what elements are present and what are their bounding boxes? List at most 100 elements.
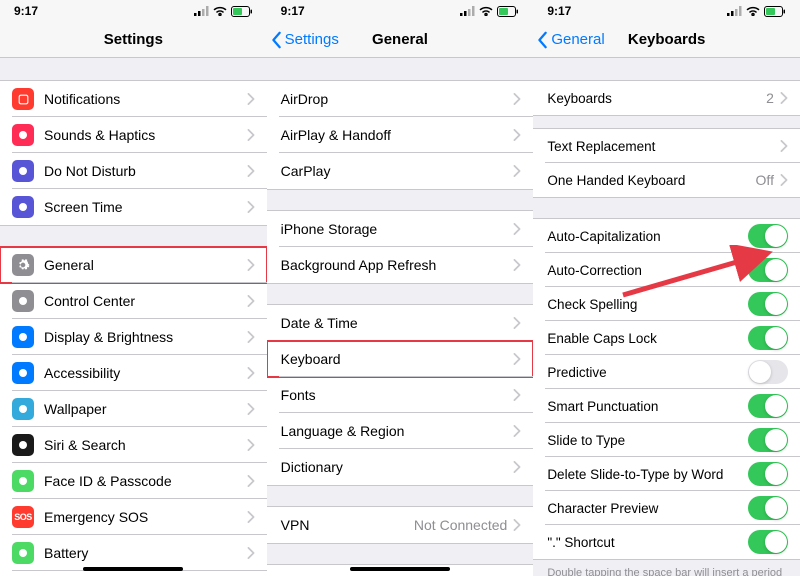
settings-row-emergency-sos[interactable]: SOS Emergency SOS: [0, 499, 267, 535]
status-time: 9:17: [547, 4, 571, 18]
row-detail: 2: [766, 90, 774, 106]
faceid-icon: [12, 470, 34, 492]
status-bar: 9:17: [0, 0, 267, 22]
row-label: Background App Refresh: [281, 257, 514, 273]
chevron-right-icon: [513, 223, 521, 235]
row-label: Dictionary: [281, 459, 514, 475]
row-label: Check Spelling: [547, 297, 748, 312]
wifi-icon: [479, 6, 493, 16]
settings-row-display-brightness[interactable]: Display & Brightness: [0, 319, 267, 355]
row-text-replacement[interactable]: Text Replacement: [533, 129, 800, 163]
chevron-right-icon: [513, 165, 521, 177]
toggle-switch[interactable]: [748, 462, 788, 486]
wifi-icon: [213, 6, 227, 16]
settings-row-sounds-haptics[interactable]: Sounds & Haptics: [0, 117, 267, 153]
status-time: 9:17: [14, 4, 38, 18]
row-airdrop[interactable]: AirDrop: [267, 81, 534, 117]
row-label: Auto-Correction: [547, 263, 748, 278]
toggle-switch[interactable]: [748, 496, 788, 520]
row-one-handed-keyboard[interactable]: One Handed KeyboardOff: [533, 163, 800, 197]
chevron-right-icon: [513, 425, 521, 437]
row-label: Accessibility: [44, 365, 247, 381]
settings-row-screen-time[interactable]: Screen Time: [0, 189, 267, 225]
row-auto-correction: Auto-Correction: [533, 253, 800, 287]
status-right: [460, 6, 519, 17]
row-date-time[interactable]: Date & Time: [267, 305, 534, 341]
chevron-right-icon: [780, 92, 788, 104]
display-icon: [12, 326, 34, 348]
wallpaper-icon: [12, 398, 34, 420]
chevron-right-icon: [247, 295, 255, 307]
nav-bar: General Keyboards: [533, 22, 800, 58]
cellular-icon: [727, 6, 742, 16]
row-label: Wallpaper: [44, 401, 247, 417]
row-fonts[interactable]: Fonts: [267, 377, 534, 413]
row-label: Siri & Search: [44, 437, 247, 453]
row-vpn[interactable]: VPNNot Connected: [267, 507, 534, 543]
gear-icon: [12, 254, 34, 276]
chevron-right-icon: [247, 93, 255, 105]
row-airplay-handoff[interactable]: AirPlay & Handoff: [267, 117, 534, 153]
row-label: Fonts: [281, 387, 514, 403]
settings-row-battery[interactable]: Battery: [0, 535, 267, 571]
chevron-right-icon: [247, 259, 255, 271]
row-predictive: Predictive: [533, 355, 800, 389]
status-time: 9:17: [281, 4, 305, 18]
accessibility-icon: [12, 362, 34, 384]
settings-row-notifications[interactable]: Notifications: [0, 81, 267, 117]
toggle-switch[interactable]: [748, 360, 788, 384]
settings-row-wallpaper[interactable]: Wallpaper: [0, 391, 267, 427]
row-label: AirPlay & Handoff: [281, 127, 514, 143]
back-button[interactable]: General: [537, 31, 604, 49]
row-keyboard[interactable]: Keyboard: [267, 341, 534, 377]
settings-row-do-not-disturb[interactable]: Do Not Disturb: [0, 153, 267, 189]
settings-row-face-id-passcode[interactable]: Face ID & Passcode: [0, 463, 267, 499]
row--shortcut: "." Shortcut: [533, 525, 800, 559]
row-iphone-storage[interactable]: iPhone Storage: [267, 211, 534, 247]
chevron-right-icon: [247, 201, 255, 213]
toggle-switch[interactable]: [748, 428, 788, 452]
row-smart-punctuation: Smart Punctuation: [533, 389, 800, 423]
row-character-preview: Character Preview: [533, 491, 800, 525]
status-right: [194, 6, 253, 17]
footer-hint: Double tapping the space bar will insert…: [533, 560, 800, 576]
toggle-switch[interactable]: [748, 258, 788, 282]
toggle-switch[interactable]: [748, 326, 788, 350]
row-slide-to-type: Slide to Type: [533, 423, 800, 457]
row-keyboards[interactable]: Keyboards2: [533, 81, 800, 115]
row-label: VPN: [281, 517, 414, 533]
row-label: Sounds & Haptics: [44, 127, 247, 143]
row-label: CarPlay: [281, 163, 514, 179]
settings-row-siri-search[interactable]: Siri & Search: [0, 427, 267, 463]
chevron-right-icon: [780, 174, 788, 186]
settings-row-general[interactable]: General: [0, 247, 267, 283]
row-label: Delete Slide-to-Type by Word: [547, 467, 748, 482]
toggle-switch[interactable]: [748, 292, 788, 316]
row-dictionary[interactable]: Dictionary: [267, 449, 534, 485]
settings-row-privacy[interactable]: Privacy: [0, 571, 267, 576]
row-label: "." Shortcut: [547, 535, 748, 550]
notifications-icon: [12, 88, 34, 110]
battery-icon: [764, 6, 786, 17]
row-label: Date & Time: [281, 315, 514, 331]
row-label: Control Center: [44, 293, 247, 309]
chevron-right-icon: [247, 403, 255, 415]
sos-icon: SOS: [12, 506, 34, 528]
row-carplay[interactable]: CarPlay: [267, 153, 534, 189]
row-label: Emergency SOS: [44, 509, 247, 525]
row-delete-slide-to-type-by-word: Delete Slide-to-Type by Word: [533, 457, 800, 491]
settings-row-control-center[interactable]: Control Center: [0, 283, 267, 319]
toggle-switch[interactable]: [748, 530, 788, 554]
chevron-right-icon: [247, 547, 255, 559]
row-language-region[interactable]: Language & Region: [267, 413, 534, 449]
dnd-icon: [12, 160, 34, 182]
row-background-app-refresh[interactable]: Background App Refresh: [267, 247, 534, 283]
chevron-right-icon: [247, 129, 255, 141]
toggle-switch[interactable]: [748, 394, 788, 418]
nav-bar: Settings General: [267, 22, 534, 58]
nav-title: General: [372, 31, 428, 48]
back-button[interactable]: Settings: [271, 31, 339, 49]
toggle-switch[interactable]: [748, 224, 788, 248]
settings-row-accessibility[interactable]: Accessibility: [0, 355, 267, 391]
chevron-right-icon: [513, 519, 521, 531]
